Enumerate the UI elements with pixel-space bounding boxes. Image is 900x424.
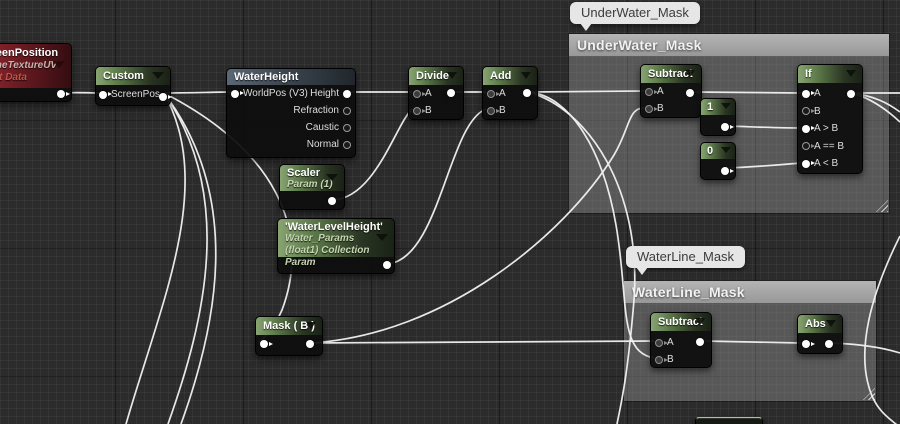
input-pin[interactable] — [802, 340, 810, 348]
node-value: 1 — [707, 101, 713, 113]
output-pin[interactable] — [306, 340, 314, 348]
material-graph-canvas[interactable]: UnderWater_Mask WaterLine_Mask — [0, 0, 900, 424]
input-pin-a-gt-b[interactable] — [802, 125, 810, 133]
input-pin-a[interactable] — [413, 90, 421, 98]
node-subtitle: (float1) Collection Param — [285, 245, 388, 269]
node-waterlevelheight[interactable]: 'WaterLevelHeight' Water_Params (float1)… — [277, 218, 395, 274]
tooltip-tail — [636, 267, 648, 275]
output-pin[interactable] — [721, 167, 729, 175]
node-title: 'WaterLevelHeight' — [285, 221, 388, 233]
input-pin-a[interactable] — [487, 90, 495, 98]
node-abs[interactable]: Abs — [797, 314, 843, 354]
output-pin[interactable] — [328, 197, 336, 205]
wire-maskb-to-wl-subtract-a — [311, 341, 654, 343]
chevron-down-icon[interactable] — [53, 61, 65, 68]
output-pin[interactable] — [383, 261, 391, 269]
output-pin-refraction[interactable] — [343, 107, 351, 115]
node-title: WaterHeight — [234, 71, 298, 83]
node-constant-zero[interactable]: 0 — [700, 142, 736, 180]
chevron-down-icon[interactable] — [376, 234, 388, 241]
node-title: Add — [490, 70, 511, 82]
node-custom[interactable]: Custom ScreenPos — [95, 66, 171, 106]
output-pin[interactable] — [847, 90, 855, 98]
node-title: ScreenPosition — [0, 46, 65, 60]
node-subtract-underwater[interactable]: Subtract A B — [640, 64, 702, 118]
node-screenposition[interactable]: ScreenPosition SceneTextureUV Input Data — [0, 43, 72, 102]
node-add[interactable]: Add A B — [482, 66, 538, 120]
input-pin-a[interactable] — [655, 339, 663, 347]
input-pin-a-lt-b[interactable] — [802, 160, 810, 168]
input-pin-b[interactable] — [802, 107, 810, 115]
output-pin[interactable] — [447, 89, 455, 97]
input-pin-a-eq-b[interactable] — [802, 142, 810, 150]
chevron-down-icon[interactable] — [521, 72, 531, 79]
chevron-down-icon[interactable] — [447, 72, 457, 79]
comment-tooltip-waterline: WaterLine_Mask — [626, 246, 745, 268]
wire-custom-to-waterheight — [164, 92, 232, 93]
input-pin-b[interactable] — [413, 107, 421, 115]
wire-custom-offscreen-2 — [164, 93, 207, 424]
input-pin[interactable] — [260, 340, 268, 348]
wire-waterlevel-to-add-b — [388, 109, 486, 264]
chevron-down-icon[interactable] — [306, 322, 316, 329]
pin-label: ScreenPos — [107, 86, 164, 103]
pin-label: Caustic — [302, 119, 343, 136]
node-constant-one[interactable]: 1 — [700, 98, 736, 136]
chevron-down-icon[interactable] — [695, 318, 705, 325]
chevron-down-icon[interactable] — [721, 147, 731, 153]
output-pin-height[interactable] — [343, 90, 351, 98]
chevron-down-icon[interactable] — [721, 103, 731, 109]
output-pin-normal[interactable] — [343, 141, 351, 149]
pin-label: A == B — [810, 138, 848, 155]
node-subtitle: Input Data — [0, 72, 65, 84]
node-if[interactable]: If A B A > B A == B A < B — [797, 64, 863, 174]
node-divide[interactable]: Divide A B — [408, 66, 464, 120]
input-pin-b[interactable] — [655, 356, 663, 364]
output-pin-caustic[interactable] — [343, 124, 351, 132]
input-pin-a[interactable] — [645, 88, 653, 96]
comment-title[interactable]: WaterLine_Mask — [624, 281, 876, 303]
wire-custom-offscreen-3 — [164, 93, 216, 424]
node-title: If — [805, 68, 812, 80]
chevron-down-icon[interactable] — [326, 174, 338, 181]
comment-tooltip-underwater: UnderWater_Mask — [570, 2, 700, 24]
output-pin[interactable] — [721, 123, 729, 131]
tooltip-tail — [580, 23, 592, 31]
chevron-down-icon[interactable] — [826, 320, 836, 327]
output-pin[interactable] — [159, 93, 167, 101]
node-subtitle: Water_Params — [285, 233, 388, 245]
output-pin[interactable] — [686, 89, 694, 97]
node-mask-b[interactable]: Mask ( B ) — [255, 316, 323, 356]
node-partial-bottom[interactable] — [695, 417, 763, 424]
input-pin[interactable] — [99, 91, 107, 99]
comment-title[interactable]: UnderWater_Mask — [569, 34, 889, 56]
node-title: Divide — [416, 70, 449, 82]
node-subtract-waterline[interactable]: Subtract A B — [650, 312, 712, 368]
chevron-down-icon[interactable] — [846, 70, 856, 77]
node-title: Abs — [805, 318, 826, 330]
output-pin[interactable] — [57, 90, 65, 98]
node-title: Custom — [103, 70, 144, 82]
pin-label: Normal — [303, 136, 343, 153]
pin-label: Height — [306, 85, 343, 102]
node-scaler[interactable]: Scaler Param (1) — [279, 164, 345, 210]
output-pin[interactable] — [696, 338, 704, 346]
pin-label: Refraction — [289, 102, 343, 119]
input-pin-b[interactable] — [645, 105, 653, 113]
output-pin[interactable] — [523, 89, 531, 97]
node-value: 0 — [707, 145, 713, 157]
wire-custom-offscreen-1 — [126, 93, 185, 424]
output-pin[interactable] — [825, 340, 833, 348]
chevron-down-icon[interactable] — [685, 70, 695, 77]
input-pin-a[interactable] — [802, 90, 810, 98]
chevron-down-icon[interactable] — [152, 72, 164, 79]
input-pin-b[interactable] — [487, 107, 495, 115]
node-waterheight[interactable]: WaterHeight WorldPos (V3) Height Refract… — [226, 68, 356, 158]
